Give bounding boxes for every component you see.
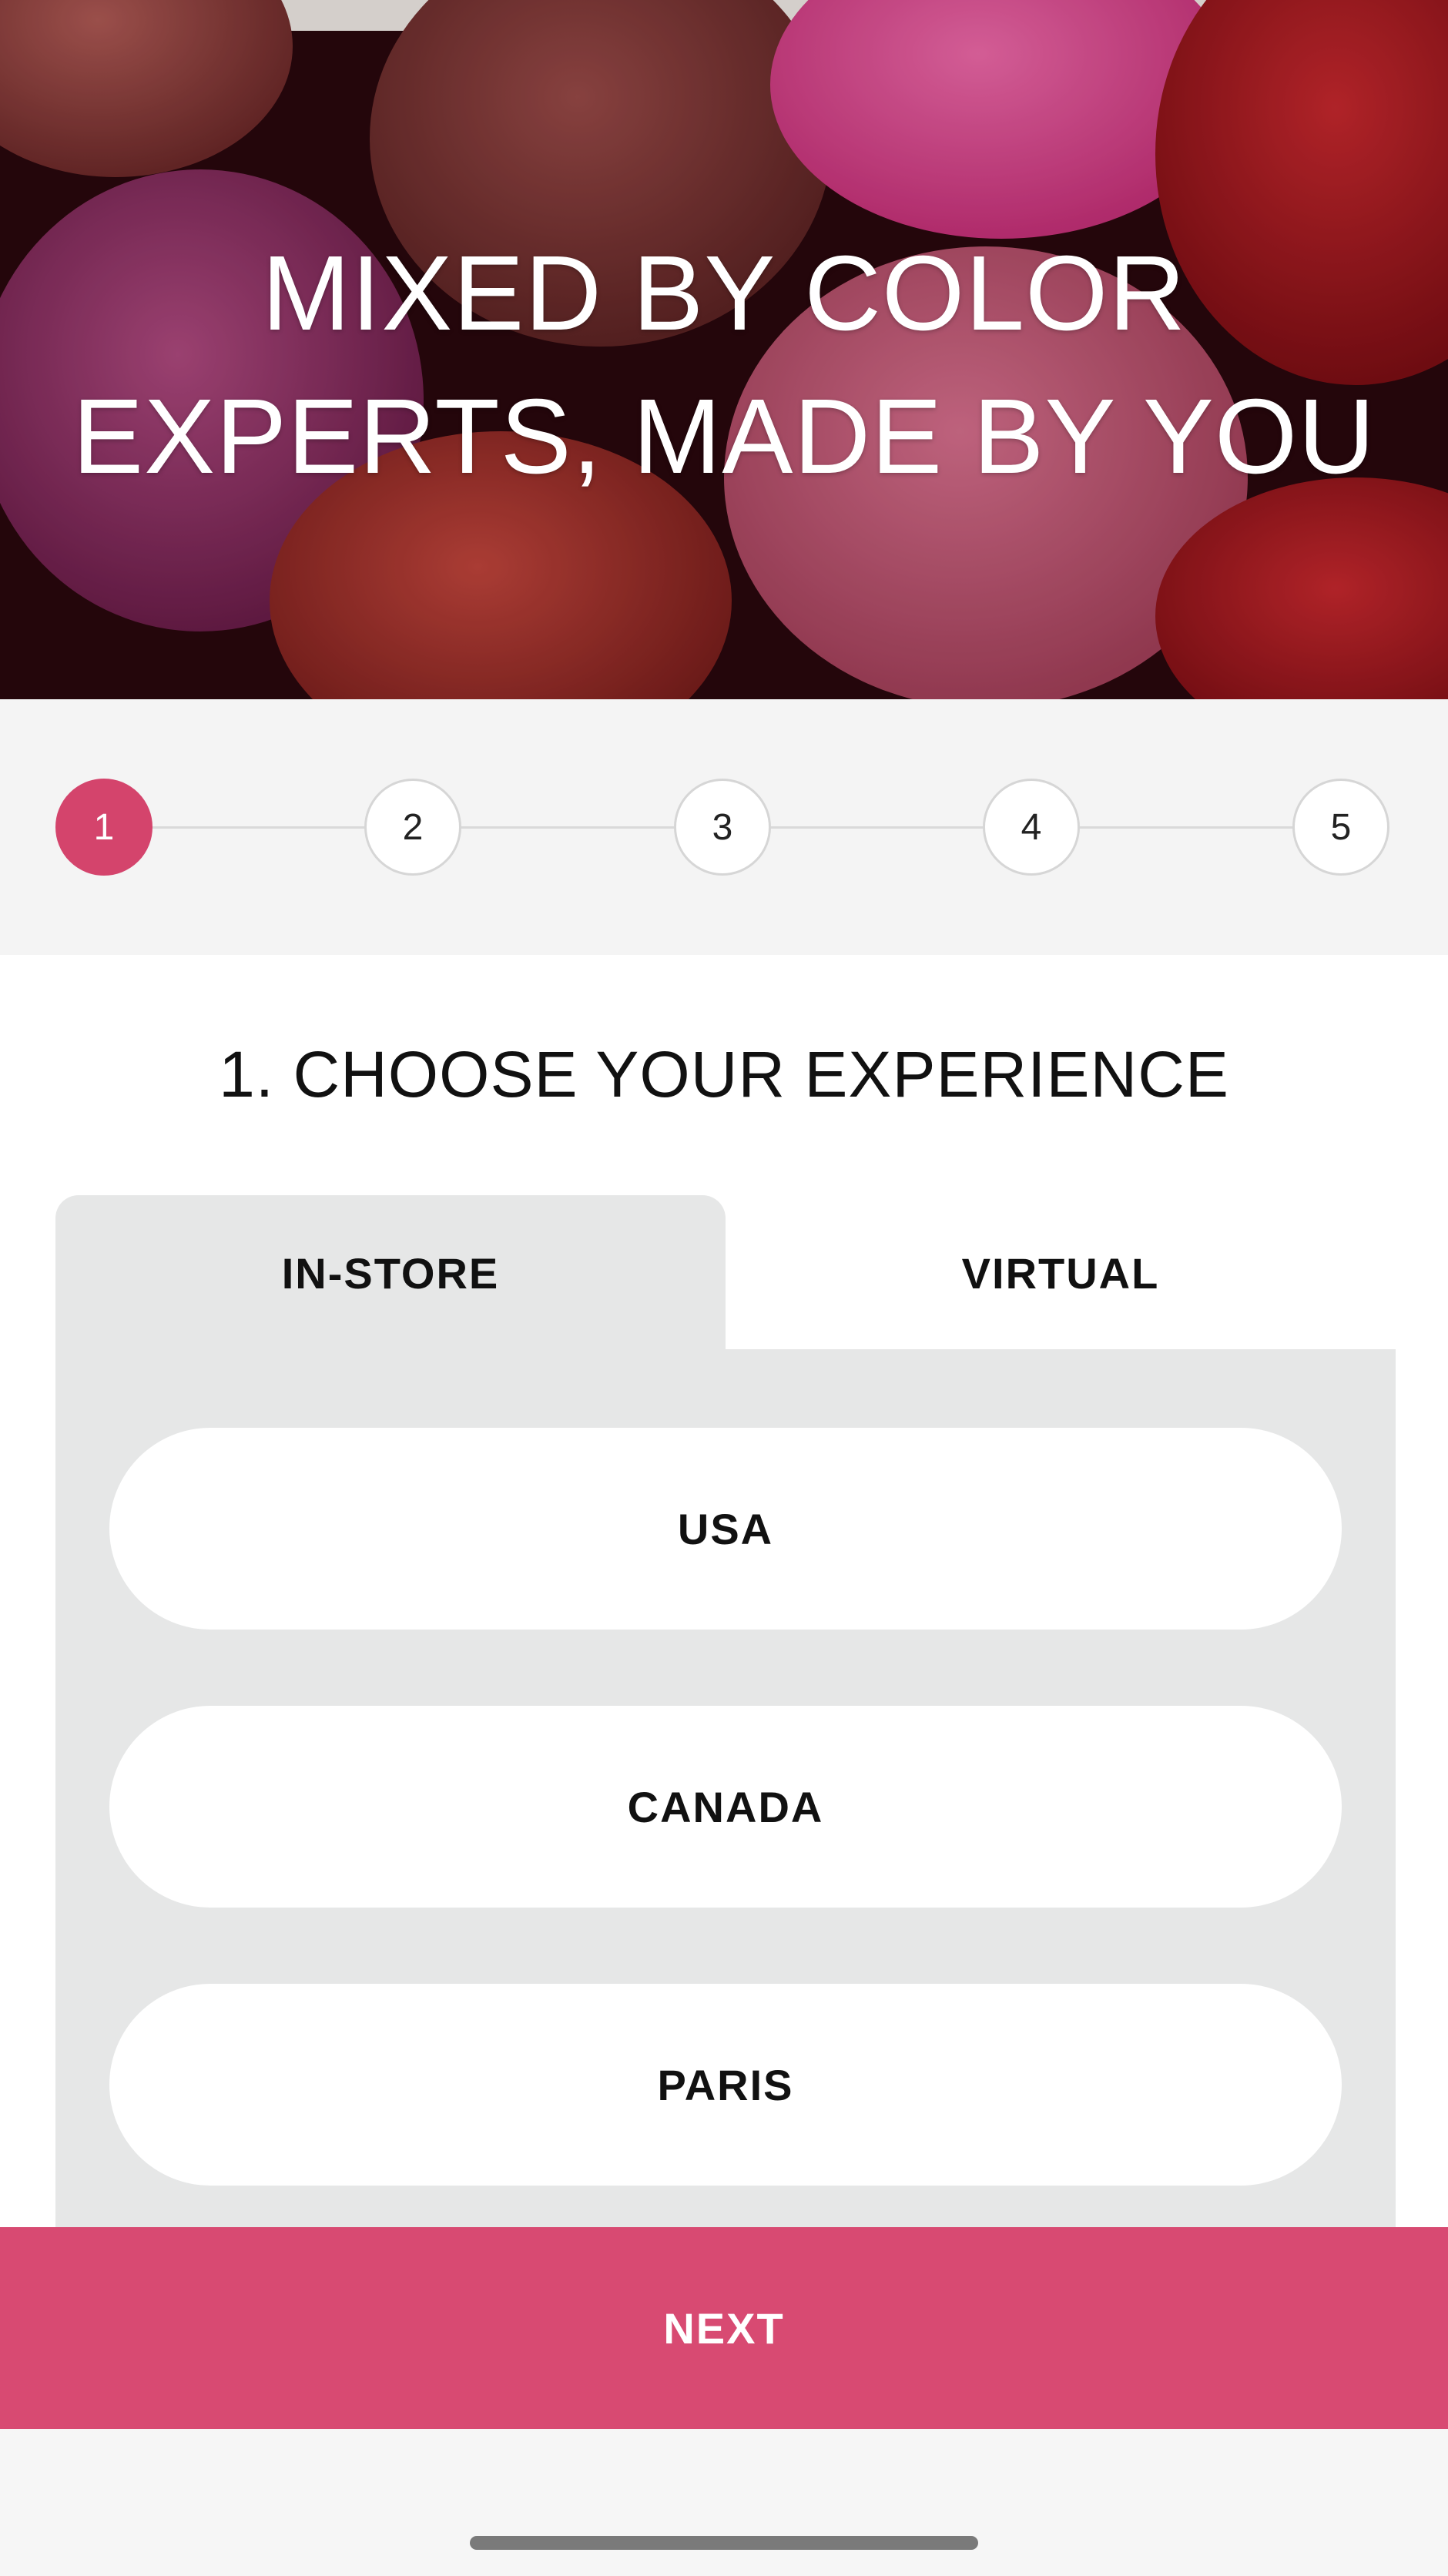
- option-canada-button[interactable]: CANADA: [109, 1706, 1342, 1908]
- bottom-safe-area: [0, 2429, 1448, 2576]
- tab-in-store[interactable]: IN-STORE: [55, 1195, 726, 1351]
- progress-stepper: 1 2 3 4 5: [0, 699, 1448, 955]
- section-title: 1. CHOOSE YOUR EXPERIENCE: [219, 1038, 1229, 1110]
- page: MIXED BY COLOR EXPERTS, MADE BY YOU 1 2 …: [0, 0, 1448, 2576]
- hero-title-line2: EXPERTS, MADE BY YOU: [72, 377, 1376, 496]
- step-1[interactable]: 1: [55, 779, 153, 876]
- step-3[interactable]: 3: [674, 779, 771, 876]
- location-options-panel: USA CANADA PARIS: [55, 1349, 1396, 2227]
- step-5[interactable]: 5: [1292, 779, 1389, 876]
- option-paris-button[interactable]: PARIS: [109, 1984, 1342, 2186]
- step-4[interactable]: 4: [983, 779, 1080, 876]
- next-button[interactable]: NEXT: [0, 2227, 1448, 2429]
- tab-virtual[interactable]: VIRTUAL: [726, 1195, 1396, 1351]
- hero-title: MIXED BY COLOR EXPERTS, MADE BY YOU: [0, 222, 1448, 508]
- hero-banner: MIXED BY COLOR EXPERTS, MADE BY YOU: [0, 0, 1448, 699]
- option-usa-button[interactable]: USA: [109, 1428, 1342, 1630]
- hero-title-line1: MIXED BY COLOR: [261, 234, 1187, 353]
- home-indicator[interactable]: [470, 2536, 978, 2550]
- step-2[interactable]: 2: [364, 779, 461, 876]
